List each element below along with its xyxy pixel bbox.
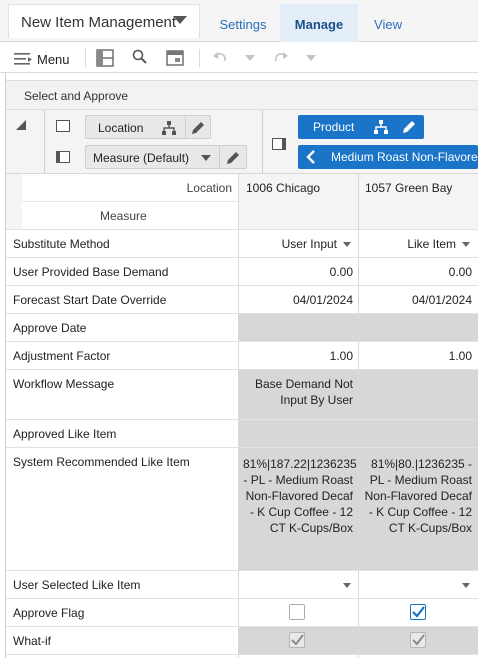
section-header[interactable]: Select and Approve xyxy=(6,80,478,110)
row-label-forecast-start-date-override: Forecast Start Date Override xyxy=(6,286,239,314)
redo-icon[interactable] xyxy=(272,49,290,67)
caret-down-icon xyxy=(173,16,187,24)
product-label: Product xyxy=(313,120,355,134)
cell-substitute-method[interactable]: User Input xyxy=(239,230,359,258)
row-label-adjustment-factor: Adjustment Factor xyxy=(6,342,239,370)
pencil-icon[interactable] xyxy=(190,120,206,136)
hierarchy-icon[interactable] xyxy=(373,119,389,135)
toolbar-divider xyxy=(85,49,86,67)
row-label-what-if: What-if xyxy=(6,627,239,655)
cell-user-selected-like-item[interactable] xyxy=(359,571,478,599)
approve-flag-checkbox[interactable] xyxy=(410,604,426,620)
cell-system-recommended-like-item: 81%|80.|1236235 - PL - Medium Roast Non-… xyxy=(359,448,478,571)
row-label-workflow-message: Workflow Message xyxy=(6,370,239,420)
measure-dimension-button[interactable]: Measure (Default) xyxy=(85,145,247,169)
toolbar xyxy=(0,43,478,73)
button-divider xyxy=(185,116,186,138)
column-edge-icon[interactable] xyxy=(56,151,70,163)
pencil-icon[interactable] xyxy=(225,150,241,166)
dropdown-arrow-icon[interactable] xyxy=(343,583,351,589)
cell-forecast-start-date[interactable]: 04/01/2024 xyxy=(359,286,478,314)
measure-axis-label: Measure xyxy=(22,202,238,230)
hierarchy-icon[interactable] xyxy=(161,120,177,136)
cell-adjustment-factor[interactable]: 1.00 xyxy=(359,342,478,370)
location-label: Location xyxy=(98,121,144,135)
what-if-checkbox xyxy=(289,632,305,648)
collapse-triangle-icon[interactable] xyxy=(15,119,27,131)
row-label-approve-flag: Approve Flag xyxy=(6,599,239,627)
checkmark-icon xyxy=(291,634,304,646)
button-divider xyxy=(219,146,220,168)
approve-flag-checkbox[interactable] xyxy=(289,604,305,620)
row-label-substitute-method: Substitute Method xyxy=(6,230,239,258)
search-icon[interactable] xyxy=(131,48,149,66)
tab-view[interactable]: View xyxy=(358,4,418,42)
cell-approved-like-item xyxy=(239,420,359,448)
toolbar-divider xyxy=(199,49,200,67)
row-edge-icon[interactable] xyxy=(56,120,70,132)
row-label-user-selected-like-item: User Selected Like Item xyxy=(6,571,239,599)
row-label-user-provided-base-demand: User Provided Base Demand xyxy=(6,258,239,286)
cell-approved-like-item xyxy=(359,420,478,448)
cell-forecast-start-date[interactable]: 04/01/2024 xyxy=(239,286,359,314)
divider xyxy=(44,110,45,174)
grid-line xyxy=(358,174,359,658)
cell-approve-flag xyxy=(359,599,478,627)
section-title: Select and Approve xyxy=(24,89,129,103)
tab-manage[interactable]: Manage xyxy=(280,4,358,42)
cell-what-if xyxy=(239,627,359,655)
dropdown-arrow-icon[interactable] xyxy=(462,583,470,589)
cell-workflow-message: Base Demand Not Input By User xyxy=(239,370,359,420)
cell-approve-date xyxy=(359,314,478,342)
menu-label: Menu xyxy=(37,52,70,67)
chevron-left-icon[interactable] xyxy=(306,150,316,164)
cell-base-demand[interactable]: 0.00 xyxy=(239,258,359,286)
pivot-layout-icon[interactable] xyxy=(96,49,114,67)
cell-adjustment-factor[interactable]: 1.00 xyxy=(239,342,359,370)
divider xyxy=(262,110,263,174)
row-label-system-recommended-like-item: System Recommended Like Item xyxy=(6,448,239,571)
product-page-value: Medium Roast Non-Flavore xyxy=(331,150,478,164)
app-title-dropdown[interactable]: New Item Management xyxy=(8,4,200,38)
cell-substitute-method[interactable]: Like Item xyxy=(359,230,478,258)
column-header-1006[interactable]: 1006 Chicago xyxy=(239,174,358,230)
product-dimension-button[interactable]: Product xyxy=(298,115,424,139)
dropdown-arrow-icon[interactable] xyxy=(343,242,351,248)
chevron-down-icon[interactable] xyxy=(245,54,255,62)
cell-value: Like Item xyxy=(407,237,456,251)
location-axis-label: Location xyxy=(22,174,238,202)
measure-label: Measure (Default) xyxy=(93,151,190,165)
dropdown-arrow-icon[interactable] xyxy=(462,242,470,248)
row-label-approved-like-item: Approved Like Item xyxy=(6,420,239,448)
row-label-approve-date: Approve Date xyxy=(6,314,239,342)
cell-value: User Input xyxy=(281,237,337,251)
chevron-down-icon[interactable] xyxy=(201,155,211,162)
grid-line xyxy=(238,174,239,658)
page-edge-icon[interactable] xyxy=(272,138,286,150)
cell-approve-date xyxy=(239,314,359,342)
column-header-1057[interactable]: 1057 Green Bay xyxy=(359,174,478,230)
cell-what-if xyxy=(359,627,478,655)
pencil-icon[interactable] xyxy=(401,119,417,135)
tab-settings[interactable]: Settings xyxy=(204,4,282,42)
location-dimension-button[interactable]: Location xyxy=(85,115,211,139)
hamburger-icon xyxy=(14,53,32,65)
product-page-selector[interactable]: Medium Roast Non-Flavore xyxy=(298,145,478,169)
calendar-icon[interactable] xyxy=(166,49,184,67)
row-header-gutter xyxy=(6,174,22,230)
cell-user-selected-like-item[interactable] xyxy=(239,571,359,599)
cell-approve-flag xyxy=(239,599,359,627)
what-if-checkbox xyxy=(410,632,426,648)
cell-system-recommended-like-item: 81%|187.22|1236235 - PL - Medium Roast N… xyxy=(239,448,359,571)
app-title-label: New Item Management xyxy=(21,14,177,31)
checkmark-icon xyxy=(412,606,425,618)
chevron-down-icon[interactable] xyxy=(306,54,316,62)
cell-workflow-message xyxy=(359,370,478,420)
undo-icon[interactable] xyxy=(211,49,229,67)
checkmark-icon xyxy=(412,634,425,646)
cell-base-demand[interactable]: 0.00 xyxy=(359,258,478,286)
